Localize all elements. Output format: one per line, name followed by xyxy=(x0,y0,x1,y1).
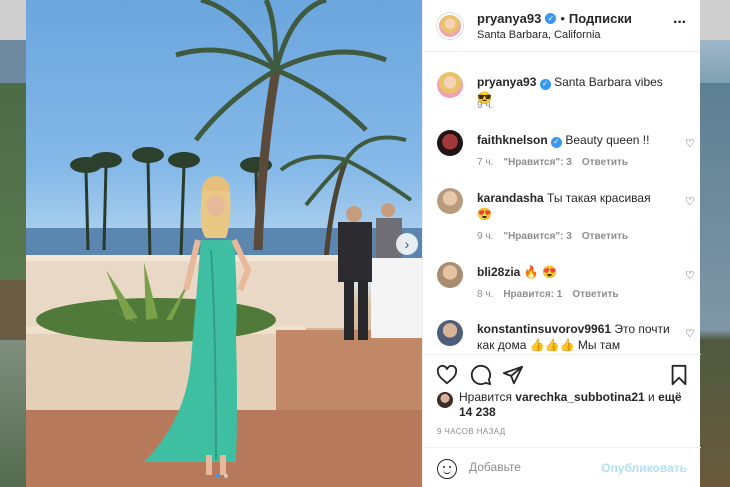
like-comment-heart-icon[interactable]: ♡ xyxy=(685,137,695,150)
author-line: pryanya93 ✓ • Подписки xyxy=(477,11,632,26)
comment-time: 9 ч. xyxy=(477,100,494,111)
author-avatar[interactable] xyxy=(437,13,463,39)
comment-emoji: 😍 xyxy=(477,207,492,221)
bookmark-icon[interactable] xyxy=(667,363,691,387)
comment-username[interactable]: pryanya93 xyxy=(477,75,536,89)
verified-badge-icon: ✓ xyxy=(545,13,557,24)
comment-body: Beauty queen !! xyxy=(565,133,650,147)
comment-likes[interactable]: "Нравится": 3 xyxy=(503,157,572,168)
comment-time: 9 ч. xyxy=(477,231,494,242)
comment-time: 8 ч. xyxy=(477,289,494,300)
following-button[interactable]: Подписки xyxy=(569,11,632,26)
carousel-dot xyxy=(224,474,228,478)
more-options-icon[interactable]: ··· xyxy=(673,14,687,32)
post-location[interactable]: Santa Barbara, California xyxy=(477,29,601,41)
separator-dot: • xyxy=(560,11,565,26)
avatar[interactable] xyxy=(437,188,463,214)
post-actions-bar xyxy=(423,354,701,388)
comment-meta: 7 ч. "Нравится": 3 Ответить xyxy=(477,157,628,168)
liker-username[interactable]: varechka_subbotina21 xyxy=(515,390,644,404)
comment-username[interactable]: konstantinsuvorov9961 xyxy=(477,322,611,336)
comment-time: 7 ч. xyxy=(477,157,494,168)
background-feed-right xyxy=(700,0,730,487)
share-icon[interactable] xyxy=(501,363,525,387)
comment-icon[interactable] xyxy=(469,363,493,387)
background-feed-left xyxy=(0,0,26,487)
comment-emoji: 🔥 😍 xyxy=(523,265,557,279)
add-comment-input[interactable] xyxy=(469,460,599,474)
emoji-smile-icon[interactable] xyxy=(437,459,457,479)
comment-text: bli28zia 🔥 😍 xyxy=(477,264,677,280)
avatar[interactable] xyxy=(437,130,463,156)
heart-icon[interactable] xyxy=(435,363,459,387)
publish-comment-button[interactable]: Опубликовать xyxy=(601,461,687,475)
post-timestamp[interactable]: 9 ЧАСОВ НАЗАД xyxy=(437,427,506,436)
comment-username[interactable]: karandasha xyxy=(477,191,544,205)
like-comment-heart-icon[interactable]: ♡ xyxy=(685,269,695,282)
avatar[interactable] xyxy=(437,320,463,346)
list-item: konstantinsuvorov9961 Это почти как дома… xyxy=(437,320,697,354)
avatar[interactable] xyxy=(437,72,463,98)
comment-text: konstantinsuvorov9961 Это почти как дома… xyxy=(477,321,677,353)
reply-button[interactable]: Ответить xyxy=(582,157,628,168)
list-item: bli28zia 🔥 😍 8 ч. Нравится: 1 Ответить ♡ xyxy=(437,262,697,312)
list-item: karandasha Ты такая красивая 😍 9 ч. "Нра… xyxy=(437,188,697,248)
post-header: pryanya93 ✓ • Подписки Santa Barbara, Ca… xyxy=(423,0,700,52)
photo-scene xyxy=(26,0,422,487)
comment-text: faithknelson ✓ Beauty queen !! xyxy=(477,132,677,148)
reply-button[interactable]: Ответить xyxy=(582,231,628,242)
verified-badge-icon: ✓ xyxy=(539,78,551,90)
comment-username[interactable]: bli28zia xyxy=(477,265,520,279)
comment-body: Ты такая красивая xyxy=(547,191,651,205)
comment-meta: 9 ч. xyxy=(477,100,493,111)
likes-conjunction: и xyxy=(648,390,655,404)
author-username[interactable]: pryanya93 xyxy=(477,11,541,26)
add-comment-row: Опубликовать xyxy=(423,447,701,487)
reply-button[interactable]: Ответить xyxy=(572,289,618,300)
liker-avatar[interactable] xyxy=(437,392,453,408)
verified-badge-icon: ✓ xyxy=(551,136,563,148)
comment-username[interactable]: faithknelson xyxy=(477,133,548,147)
carousel-dot-active xyxy=(216,474,220,478)
comment-body: Santa Barbara vibes xyxy=(554,75,663,89)
next-photo-button[interactable]: › xyxy=(396,233,418,255)
comment-text: karandasha Ты такая красивая 😍 xyxy=(477,190,677,222)
like-comment-heart-icon[interactable]: ♡ xyxy=(685,195,695,208)
likes-text: Нравится varechka_subbotina21 и ещё 14 2… xyxy=(459,390,685,420)
likes-prefix: Нравится xyxy=(459,390,512,404)
carousel-dots xyxy=(216,474,228,478)
list-item: faithknelson ✓ Beauty queen !! 7 ч. "Нра… xyxy=(437,130,697,180)
caption-item: pryanya93 ✓ Santa Barbara vibes 😎 9 ч. xyxy=(437,72,697,122)
comment-text: pryanya93 ✓ Santa Barbara vibes 😎 xyxy=(477,74,677,106)
avatar[interactable] xyxy=(437,262,463,288)
comments-list: pryanya93 ✓ Santa Barbara vibes 😎 9 ч. f… xyxy=(423,52,701,354)
like-comment-heart-icon[interactable]: ♡ xyxy=(685,327,695,340)
chevron-right-icon: › xyxy=(404,236,410,252)
post-photo[interactable]: › xyxy=(26,0,422,487)
comment-likes[interactable]: Нравится: 1 xyxy=(503,289,562,300)
post-side-panel: pryanya93 ✓ • Подписки Santa Barbara, Ca… xyxy=(422,0,701,487)
comment-meta: 8 ч. Нравится: 1 Ответить xyxy=(477,289,619,300)
comment-likes[interactable]: "Нравится": 3 xyxy=(503,231,572,242)
comment-meta: 9 ч. "Нравится": 3 Ответить xyxy=(477,231,628,242)
